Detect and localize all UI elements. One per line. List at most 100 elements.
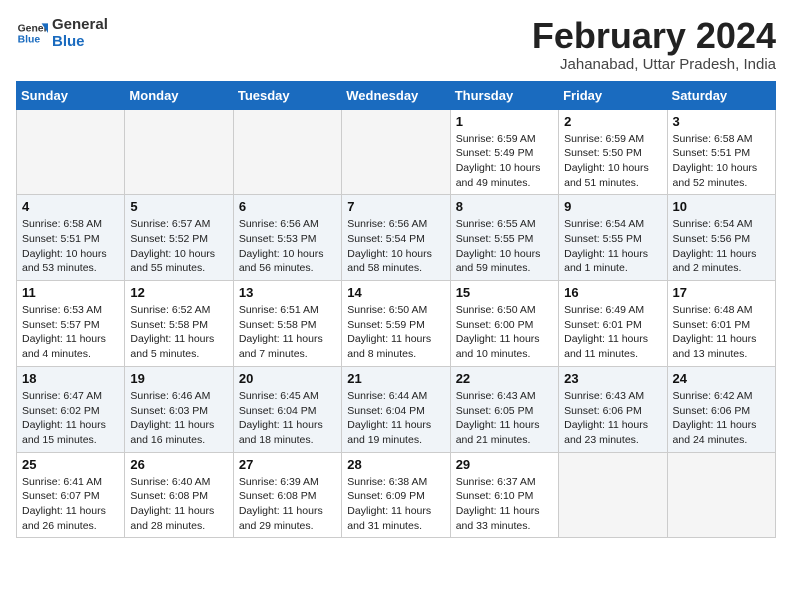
- day-info: Sunrise: 6:57 AM Sunset: 5:52 PM Dayligh…: [130, 217, 227, 276]
- weekday-header-tuesday: Tuesday: [233, 81, 341, 109]
- day-info: Sunrise: 6:58 AM Sunset: 5:51 PM Dayligh…: [22, 217, 119, 276]
- svg-text:Blue: Blue: [18, 35, 41, 46]
- calendar-cell: 22Sunrise: 6:43 AM Sunset: 6:05 PM Dayli…: [450, 366, 558, 452]
- calendar-cell: 29Sunrise: 6:37 AM Sunset: 6:10 PM Dayli…: [450, 452, 558, 538]
- day-info: Sunrise: 6:51 AM Sunset: 5:58 PM Dayligh…: [239, 303, 336, 362]
- day-number: 14: [347, 285, 444, 300]
- month-title: February 2024: [532, 16, 776, 56]
- calendar-cell: [667, 452, 775, 538]
- day-number: 13: [239, 285, 336, 300]
- calendar-cell: 19Sunrise: 6:46 AM Sunset: 6:03 PM Dayli…: [125, 366, 233, 452]
- calendar-cell: 8 Sunrise: 6:55 AM Sunset: 5:55 PM Daylig…: [450, 195, 558, 281]
- day-number: 29: [456, 457, 553, 472]
- day-number: 28: [347, 457, 444, 472]
- calendar-cell: 3 Sunrise: 6:58 AM Sunset: 5:51 PM Daylig…: [667, 109, 775, 195]
- title-block: February 2024 Jahanabad, Uttar Pradesh, …: [532, 16, 776, 73]
- day-number: 10: [673, 199, 770, 214]
- weekday-header-saturday: Saturday: [667, 81, 775, 109]
- day-number: 17: [673, 285, 770, 300]
- calendar-cell: 1Sunrise: 6:59 AM Sunset: 5:49 PM Daylig…: [450, 109, 558, 195]
- day-info: Sunrise: 6:55 AM Sunset: 5:55 PM Dayligh…: [456, 217, 553, 276]
- calendar-cell: 11 Sunrise: 6:53 AM Sunset: 5:57 PM Dayli…: [17, 281, 125, 367]
- calendar-cell: 12Sunrise: 6:52 AM Sunset: 5:58 PM Dayli…: [125, 281, 233, 367]
- day-number: 20: [239, 371, 336, 386]
- calendar-week-row: 18Sunrise: 6:47 AM Sunset: 6:02 PM Dayli…: [17, 366, 776, 452]
- day-number: 11: [22, 285, 119, 300]
- day-info: Sunrise: 6:43 AM Sunset: 6:06 PM Dayligh…: [564, 389, 661, 448]
- calendar-cell: 18Sunrise: 6:47 AM Sunset: 6:02 PM Dayli…: [17, 366, 125, 452]
- calendar-cell: 2 Sunrise: 6:59 AM Sunset: 5:50 PM Daylig…: [559, 109, 667, 195]
- day-number: 1: [456, 114, 553, 129]
- calendar-cell: [559, 452, 667, 538]
- day-info: Sunrise: 6:41 AM Sunset: 6:07 PM Dayligh…: [22, 475, 119, 534]
- day-number: 5: [130, 199, 227, 214]
- logo-icon: General Blue: [16, 17, 48, 49]
- day-info: Sunrise: 6:38 AM Sunset: 6:09 PM Dayligh…: [347, 475, 444, 534]
- day-number: 3: [673, 114, 770, 129]
- day-info: Sunrise: 6:44 AM Sunset: 6:04 PM Dayligh…: [347, 389, 444, 448]
- calendar-cell: 23 Sunrise: 6:43 AM Sunset: 6:06 PM Dayli…: [559, 366, 667, 452]
- day-info: Sunrise: 6:50 AM Sunset: 6:00 PM Dayligh…: [456, 303, 553, 362]
- day-number: 16: [564, 285, 661, 300]
- day-info: Sunrise: 6:47 AM Sunset: 6:02 PM Dayligh…: [22, 389, 119, 448]
- day-number: 23: [564, 371, 661, 386]
- calendar-cell: [17, 109, 125, 195]
- day-info: Sunrise: 6:53 AM Sunset: 5:57 PM Dayligh…: [22, 303, 119, 362]
- calendar-week-row: 1Sunrise: 6:59 AM Sunset: 5:49 PM Daylig…: [17, 109, 776, 195]
- calendar-cell: 20 Sunrise: 6:45 AM Sunset: 6:04 PM Dayli…: [233, 366, 341, 452]
- day-info: Sunrise: 6:56 AM Sunset: 5:54 PM Dayligh…: [347, 217, 444, 276]
- weekday-header-sunday: Sunday: [17, 81, 125, 109]
- weekday-header-thursday: Thursday: [450, 81, 558, 109]
- day-info: Sunrise: 6:39 AM Sunset: 6:08 PM Dayligh…: [239, 475, 336, 534]
- day-info: Sunrise: 6:52 AM Sunset: 5:58 PM Dayligh…: [130, 303, 227, 362]
- calendar-cell: 27 Sunrise: 6:39 AM Sunset: 6:08 PM Dayli…: [233, 452, 341, 538]
- calendar-table: SundayMondayTuesdayWednesdayThursdayFrid…: [16, 81, 776, 539]
- calendar-cell: 17 Sunrise: 6:48 AM Sunset: 6:01 PM Dayli…: [667, 281, 775, 367]
- day-info: Sunrise: 6:49 AM Sunset: 6:01 PM Dayligh…: [564, 303, 661, 362]
- day-info: Sunrise: 6:54 AM Sunset: 5:55 PM Dayligh…: [564, 217, 661, 276]
- day-info: Sunrise: 6:42 AM Sunset: 6:06 PM Dayligh…: [673, 389, 770, 448]
- day-number: 22: [456, 371, 553, 386]
- calendar-cell: 5 Sunrise: 6:57 AM Sunset: 5:52 PM Daylig…: [125, 195, 233, 281]
- day-number: 6: [239, 199, 336, 214]
- calendar-cell: 16 Sunrise: 6:49 AM Sunset: 6:01 PM Dayli…: [559, 281, 667, 367]
- calendar-week-row: 25 Sunrise: 6:41 AM Sunset: 6:07 PM Dayli…: [17, 452, 776, 538]
- calendar-cell: 4 Sunrise: 6:58 AM Sunset: 5:51 PM Daylig…: [17, 195, 125, 281]
- day-number: 25: [22, 457, 119, 472]
- day-number: 7: [347, 199, 444, 214]
- day-number: 21: [347, 371, 444, 386]
- day-info: Sunrise: 6:56 AM Sunset: 5:53 PM Dayligh…: [239, 217, 336, 276]
- day-info: Sunrise: 6:58 AM Sunset: 5:51 PM Dayligh…: [673, 132, 770, 191]
- logo-general-text: General: [52, 16, 108, 33]
- calendar-cell: 24 Sunrise: 6:42 AM Sunset: 6:06 PM Dayli…: [667, 366, 775, 452]
- weekday-header-monday: Monday: [125, 81, 233, 109]
- logo-blue-text: Blue: [52, 33, 108, 50]
- weekday-header-friday: Friday: [559, 81, 667, 109]
- day-number: 27: [239, 457, 336, 472]
- day-info: Sunrise: 6:50 AM Sunset: 5:59 PM Dayligh…: [347, 303, 444, 362]
- calendar-cell: [125, 109, 233, 195]
- calendar-cell: 10 Sunrise: 6:54 AM Sunset: 5:56 PM Dayli…: [667, 195, 775, 281]
- day-info: Sunrise: 6:59 AM Sunset: 5:50 PM Dayligh…: [564, 132, 661, 191]
- day-info: Sunrise: 6:54 AM Sunset: 5:56 PM Dayligh…: [673, 217, 770, 276]
- day-number: 24: [673, 371, 770, 386]
- calendar-cell: 13 Sunrise: 6:51 AM Sunset: 5:58 PM Dayli…: [233, 281, 341, 367]
- day-info: Sunrise: 6:40 AM Sunset: 6:08 PM Dayligh…: [130, 475, 227, 534]
- calendar-cell: 7 Sunrise: 6:56 AM Sunset: 5:54 PM Daylig…: [342, 195, 450, 281]
- logo: General Blue General Blue: [16, 16, 108, 50]
- day-number: 8: [456, 199, 553, 214]
- calendar-cell: 21 Sunrise: 6:44 AM Sunset: 6:04 PM Dayli…: [342, 366, 450, 452]
- day-info: Sunrise: 6:48 AM Sunset: 6:01 PM Dayligh…: [673, 303, 770, 362]
- day-info: Sunrise: 6:45 AM Sunset: 6:04 PM Dayligh…: [239, 389, 336, 448]
- calendar-cell: 26 Sunrise: 6:40 AM Sunset: 6:08 PM Dayli…: [125, 452, 233, 538]
- weekday-header-wednesday: Wednesday: [342, 81, 450, 109]
- weekday-header-row: SundayMondayTuesdayWednesdayThursdayFrid…: [17, 81, 776, 109]
- day-number: 4: [22, 199, 119, 214]
- day-number: 2: [564, 114, 661, 129]
- calendar-cell: 25 Sunrise: 6:41 AM Sunset: 6:07 PM Dayli…: [17, 452, 125, 538]
- calendar-cell: 28 Sunrise: 6:38 AM Sunset: 6:09 PM Dayli…: [342, 452, 450, 538]
- day-info: Sunrise: 6:46 AM Sunset: 6:03 PM Dayligh…: [130, 389, 227, 448]
- calendar-week-row: 11 Sunrise: 6:53 AM Sunset: 5:57 PM Dayli…: [17, 281, 776, 367]
- day-number: 26: [130, 457, 227, 472]
- calendar-cell: 6 Sunrise: 6:56 AM Sunset: 5:53 PM Daylig…: [233, 195, 341, 281]
